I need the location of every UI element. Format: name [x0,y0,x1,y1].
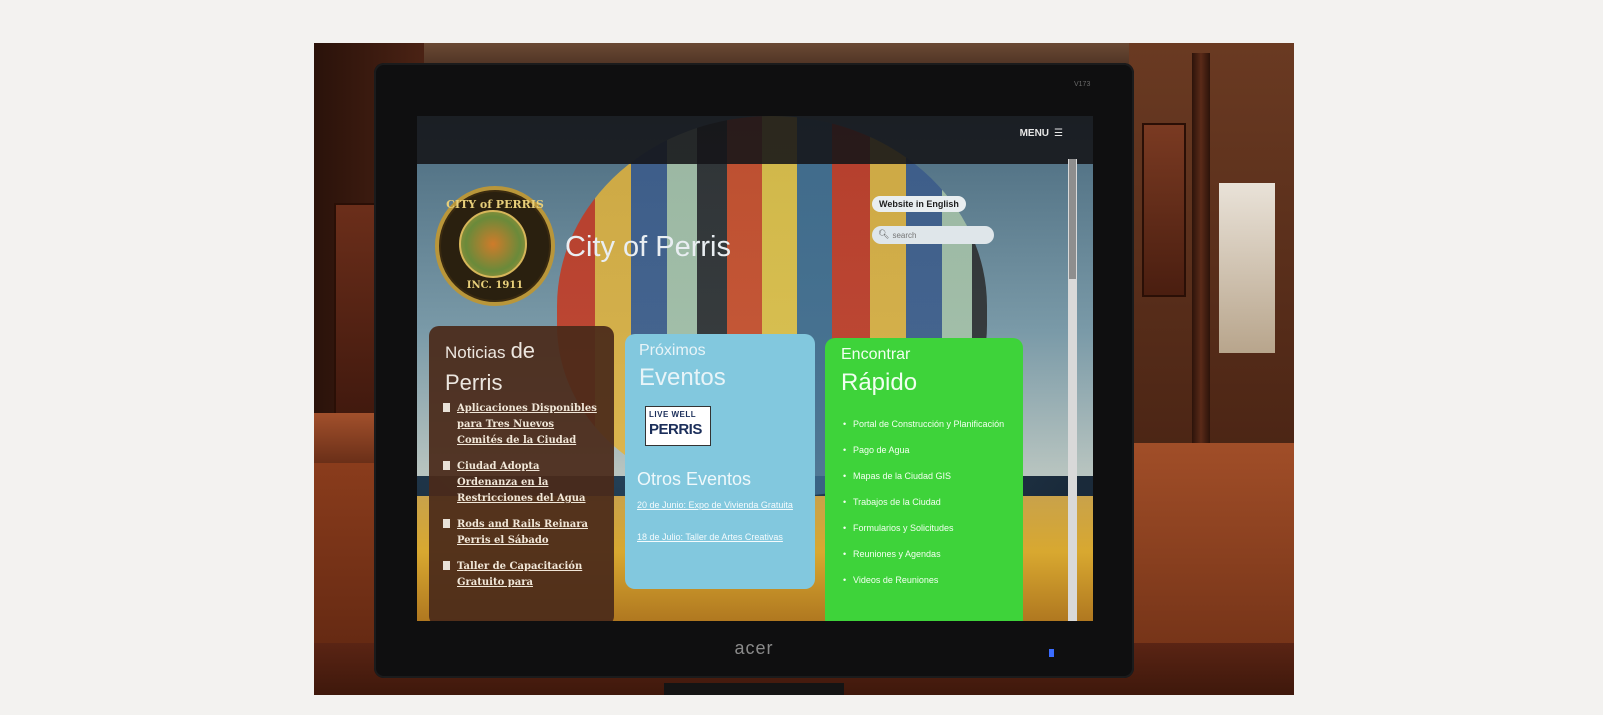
events-card: Próximos Eventos LIVE WELL PERRIS Otros … [625,334,815,589]
site-title[interactable]: City of Perris [565,231,731,264]
events-card-title: Próximos Eventos [639,342,726,392]
pillar-right [1192,53,1210,473]
event-link[interactable]: 18 de Julio: Taller de Artes Creativas [637,530,802,545]
events-title-small: Próximos [639,342,706,359]
quick-link[interactable]: Portal de Construcción y Planificación [843,416,1013,432]
news-item: Rods and Rails Reinara Perris el Sábado [443,517,603,549]
live-logo-top-text: LIVE WELL [649,410,697,419]
city-seal-logo[interactable]: CITY of PERRIS INC. 1911 [435,186,555,306]
search-box[interactable]: 🔍︎ [872,226,994,244]
quick-link[interactable]: Reuniones y Agendas [843,546,1013,562]
news-title-part3: Perris [445,370,503,395]
seal-bottom-text: INC. 1911 [466,280,524,291]
quick-links-list: Portal de Construcción y Planificación P… [843,416,1013,598]
quick-link[interactable]: Mapas de la Ciudad GIS [843,468,1013,484]
search-input[interactable] [892,230,989,240]
events-title-big: Eventos [639,364,726,391]
photo: V173 MENU ☰ CITY of PERRIS INC. 1911 City… [314,43,1294,695]
menu-label: MENU [1019,128,1050,139]
scrollbar-thumb[interactable] [1069,159,1076,279]
quick-link[interactable]: Trabajos de la Ciudad [843,494,1013,510]
quick-link[interactable]: Videos de Reuniones [843,572,1013,588]
news-title-part2: de [510,338,536,363]
seal-top-text: CITY of PERRIS [446,198,544,211]
document-icon [443,561,450,570]
document-icon [443,461,450,470]
power-led [1049,649,1054,657]
site-header [417,116,1093,164]
news-card: Noticias de Perris Aplicaciones Disponib… [429,326,614,621]
quick-link[interactable]: Pago de Agua [843,442,1013,458]
news-list: Aplicaciones Disponibles para Tres Nuevo… [443,401,603,601]
news-link[interactable]: Aplicaciones Disponibles para Tres Nuevo… [457,401,603,449]
monitor-stand [664,683,844,695]
news-title-part1: Noticias [445,343,506,362]
monitor: V173 MENU ☰ CITY of PERRIS INC. 1911 City… [374,63,1134,678]
hamburger-icon: ☰ [1054,128,1063,139]
quick-card-title: Encontrar Rápido [841,346,917,397]
news-link[interactable]: Ciudad Adopta Ordenanza en la Restriccio… [457,459,603,507]
news-link[interactable]: Taller de Capacitación Gratuito para [457,559,603,591]
document-icon [443,403,450,412]
quick-title-big: Rápido [841,369,918,396]
news-item: Taller de Capacitación Gratuito para [443,559,603,591]
window-right [1219,183,1275,353]
search-icon: 🔍︎ [878,230,890,240]
quick-find-card: Encontrar Rápido Portal de Construcción … [825,338,1023,621]
event-link[interactable]: 20 de Junio: Expo de Vivienda Gratuita [637,498,802,513]
live-well-perris-logo[interactable]: LIVE WELL PERRIS [645,406,711,446]
monitor-screen: MENU ☰ CITY of PERRIS INC. 1911 City of P… [417,116,1093,621]
news-link[interactable]: Rods and Rails Reinara Perris el Sábado [457,517,603,549]
news-item: Aplicaciones Disponibles para Tres Nuevo… [443,401,603,449]
monitor-model-label: V173 [1074,81,1091,88]
live-logo-main-text: PERRIS [649,421,702,438]
seal-emblem [459,210,527,278]
door-right [1142,123,1186,297]
quick-title-small: Encontrar [841,346,911,363]
monitor-brand-logo: acer [734,638,774,658]
news-card-title: Noticias de Perris [445,336,535,400]
language-button[interactable]: Website in English [872,196,966,212]
document-icon [443,519,450,528]
menu-button[interactable]: MENU ☰ [1020,128,1063,139]
other-events-heading: Otros Eventos [637,469,752,489]
news-item: Ciudad Adopta Ordenanza en la Restriccio… [443,459,603,507]
quick-link[interactable]: Formularios y Solicitudes [843,520,1013,536]
